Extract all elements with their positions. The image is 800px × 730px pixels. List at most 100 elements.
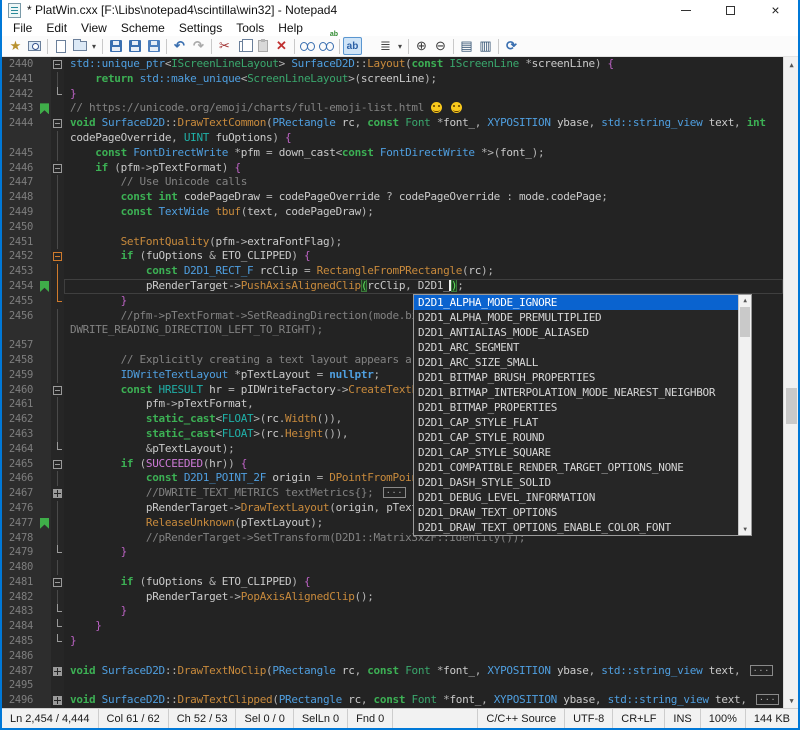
code-line[interactable]: 2446 if (pfm->pTextFormat) { (2, 161, 783, 176)
autocomplete-item[interactable]: D2D1_BITMAP_BRUSH_PROPERTIES (414, 370, 738, 385)
fold-margin[interactable] (51, 545, 64, 560)
view-schemes-icon[interactable]: ▤ (457, 37, 476, 55)
favorites-star-icon[interactable]: ★ (6, 37, 25, 55)
menu-item-help[interactable]: Help (271, 21, 310, 35)
code-line[interactable]: 2480 (2, 560, 783, 575)
scroll-down-icon[interactable]: ▼ (739, 524, 751, 535)
fold-margin[interactable] (51, 560, 64, 575)
code-editor[interactable]: 2440std::unique_ptr<IScreenLineLayout> S… (2, 57, 798, 708)
status-segment[interactable]: SelLn 0 (294, 709, 348, 728)
autocomplete-item[interactable]: D2D1_CAP_STYLE_SQUARE (414, 445, 738, 460)
autocomplete-item[interactable]: D2D1_ALPHA_MODE_PREMULTIPLIED (414, 310, 738, 325)
autocomplete-item[interactable]: D2D1_COMPATIBLE_RENDER_TARGET_OPTIONS_NO… (414, 460, 738, 475)
fold-margin[interactable] (51, 101, 64, 116)
code-line[interactable]: 2445 const FontDirectWrite *pfm = down_c… (2, 146, 783, 161)
fold-margin[interactable] (51, 412, 64, 427)
code-line[interactable]: 2483 } (2, 604, 783, 619)
status-segment[interactable]: Sel 0 / 0 (236, 709, 293, 728)
fold-margin[interactable] (51, 634, 64, 649)
code-line[interactable]: 2479 } (2, 545, 783, 560)
fold-margin[interactable] (51, 678, 64, 693)
autocomplete-item[interactable]: D2D1_DASH_STYLE_SOLID (414, 475, 738, 490)
redo-icon[interactable]: ↷ (189, 37, 208, 55)
menu-item-settings[interactable]: Settings (172, 21, 229, 35)
scheme-dropdown-icon[interactable]: ▾ (395, 37, 405, 55)
code-line[interactable]: 2443// https://unicode.org/emoji/charts/… (2, 101, 783, 116)
code-line[interactable]: 2442} (2, 87, 783, 102)
undo-icon[interactable]: ↶ (170, 37, 189, 55)
fold-margin[interactable] (51, 131, 64, 146)
scrollbar-thumb[interactable] (786, 388, 797, 424)
cut-icon[interactable]: ✂ (215, 37, 234, 55)
fold-margin[interactable] (51, 87, 64, 102)
menu-item-scheme[interactable]: Scheme (114, 21, 172, 35)
fold-margin[interactable] (51, 531, 64, 546)
autocomplete-item[interactable]: D2D1_DRAW_TEXT_OPTIONS (414, 505, 738, 520)
fold-margin[interactable] (51, 397, 64, 412)
replace-icon[interactable]: ab (317, 37, 336, 55)
editor-vscrollbar[interactable]: ▲ ▼ (783, 57, 798, 708)
fold-marker-icon[interactable] (53, 60, 62, 69)
autocomplete-item[interactable]: D2D1_ALPHA_MODE_IGNORE (414, 295, 738, 310)
fold-margin[interactable] (51, 309, 64, 324)
autocomplete-item[interactable]: D2D1_ARC_SIZE_SMALL (414, 355, 738, 370)
fold-margin[interactable] (51, 383, 64, 398)
fold-margin[interactable] (51, 175, 64, 190)
code-line[interactable]: 2447 // Use Unicode calls (2, 175, 783, 190)
fold-margin[interactable] (51, 693, 64, 708)
fold-margin[interactable] (51, 664, 64, 679)
status-segment[interactable]: UTF-8 (564, 709, 612, 728)
code-line[interactable]: 2448 const int codePageDraw = codePageOv… (2, 190, 783, 205)
fold-margin[interactable] (51, 353, 64, 368)
fold-margin[interactable] (51, 649, 64, 664)
autocomplete-item[interactable]: D2D1_BITMAP_PROPERTIES (414, 400, 738, 415)
fold-marker-icon[interactable] (53, 578, 62, 587)
fold-margin[interactable] (51, 205, 64, 220)
save-copy-icon[interactable] (144, 37, 163, 55)
autocomplete-item[interactable]: D2D1_ARC_SEGMENT (414, 340, 738, 355)
code-line[interactable]: 2487void SurfaceD2D::DrawTextNoClip(PRec… (2, 664, 783, 679)
find-icon[interactable] (298, 37, 317, 55)
fold-margin[interactable] (51, 338, 64, 353)
fold-margin[interactable] (51, 279, 64, 294)
favorites-browse-icon[interactable] (25, 37, 44, 55)
fold-margin[interactable] (51, 442, 64, 457)
new-file-icon[interactable] (51, 37, 70, 55)
app-icon[interactable] (8, 3, 21, 18)
code-line[interactable]: 2453 const D2D1_RECT_F rcClip = Rectangl… (2, 264, 783, 279)
autocomplete-item[interactable]: D2D1_ANTIALIAS_MODE_ALIASED (414, 325, 738, 340)
fold-margin[interactable] (51, 619, 64, 634)
autocomplete-scrollbar[interactable]: ▲ ▼ (738, 295, 751, 535)
scroll-up-icon[interactable]: ▲ (739, 295, 751, 306)
code-line[interactable]: 2449 const TextWide tbuf(text, codePageD… (2, 205, 783, 220)
fold-marker-icon[interactable] (53, 667, 62, 676)
open-file-icon[interactable] (70, 37, 89, 55)
menu-item-tools[interactable]: Tools (229, 21, 271, 35)
customize-schemes-icon[interactable]: ▥ (476, 37, 495, 55)
autocomplete-item[interactable]: D2D1_CAP_STYLE_FLAT (414, 415, 738, 430)
fold-margin[interactable] (51, 220, 64, 235)
menu-item-view[interactable]: View (74, 21, 114, 35)
save-as-icon[interactable] (125, 37, 144, 55)
fold-margin[interactable] (51, 116, 64, 131)
zoom-out-icon[interactable]: ⊖ (431, 37, 450, 55)
code-line[interactable]: 2441 return std::make_unique<ScreenLineL… (2, 72, 783, 87)
scroll-up-icon[interactable]: ▲ (784, 57, 798, 72)
fold-margin[interactable] (51, 590, 64, 605)
status-segment[interactable]: Ln 2,454 / 4,444 (2, 709, 99, 728)
code-line[interactable]: 2450 (2, 220, 783, 235)
fold-marker-icon[interactable] (53, 252, 62, 261)
status-segment[interactable]: C/C++ Source (477, 709, 564, 728)
status-segment[interactable]: Ch 52 / 53 (169, 709, 237, 728)
fold-margin[interactable] (51, 486, 64, 501)
zoom-in-icon[interactable]: ⊕ (412, 37, 431, 55)
fold-marker-icon[interactable] (53, 119, 62, 128)
fold-margin[interactable] (51, 264, 64, 279)
fold-margin[interactable] (51, 57, 64, 72)
fold-marker-icon[interactable] (53, 386, 62, 395)
fold-margin[interactable] (51, 575, 64, 590)
menu-item-file[interactable]: File (6, 21, 39, 35)
fold-margin[interactable] (51, 368, 64, 383)
code-line[interactable]: 2444void SurfaceD2D::DrawTextCommon(PRec… (2, 116, 783, 131)
scrollbar-thumb[interactable] (740, 307, 750, 337)
